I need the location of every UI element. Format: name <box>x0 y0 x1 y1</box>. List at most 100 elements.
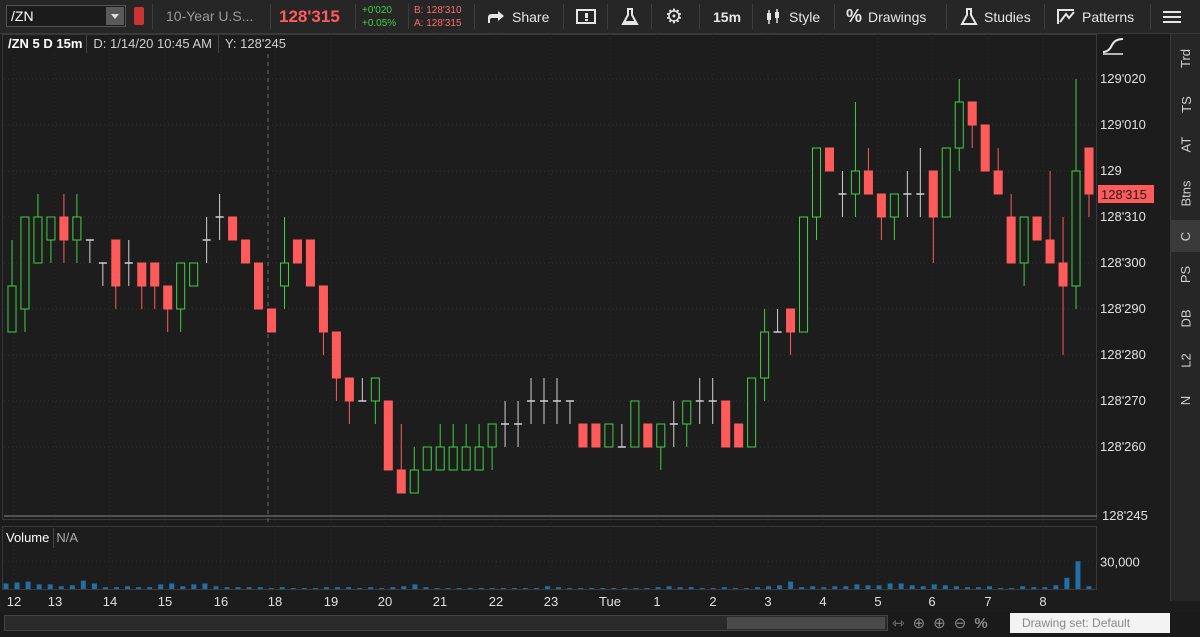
share-label: Share <box>512 8 550 25</box>
divider <box>270 4 271 29</box>
volume-bar <box>655 587 661 589</box>
divider <box>474 4 475 29</box>
volume-bar <box>766 586 772 589</box>
drawing-set-selector[interactable]: Drawing set: Default <box>1010 613 1170 633</box>
volume-bar <box>125 586 131 589</box>
volume-bar <box>335 587 341 589</box>
time-axis-label: 8 <box>1039 594 1046 609</box>
volume-bar <box>522 588 528 589</box>
settings-button[interactable]: ⚙ <box>665 0 683 33</box>
divider <box>152 4 153 29</box>
tab-trd[interactable]: Trd <box>1171 42 1200 74</box>
share-button[interactable]: Share <box>486 0 549 33</box>
volume-value: N/A <box>56 530 79 545</box>
percent-icon[interactable]: % <box>974 615 987 632</box>
volume-bar <box>1086 586 1092 589</box>
pan-icon[interactable]: ⇿ <box>892 614 905 632</box>
volume-bar <box>975 587 981 589</box>
candle-body <box>137 262 147 287</box>
candle-body <box>422 446 432 471</box>
message-alert-icon <box>576 8 596 24</box>
volume-bar <box>578 588 584 589</box>
volume-bar <box>114 587 120 589</box>
volume-bar <box>246 587 252 589</box>
chart-header: /ZN 5 D 15m D: 1/14/20 10:45 AM Y: 128'2… <box>4 35 292 53</box>
volume-bar <box>390 587 396 589</box>
crosshair-date: D: 1/14/20 10:45 AM <box>86 35 218 53</box>
line-drawing-icon[interactable] <box>1101 36 1125 56</box>
tab-c[interactable]: C <box>1171 220 1200 252</box>
volume-bar <box>69 585 75 589</box>
candle-body <box>656 423 666 448</box>
time-axis-label: 21 <box>433 594 447 609</box>
patterns-button[interactable]: Patterns <box>1056 0 1134 33</box>
volume-axis-label: 30,000 <box>1100 554 1140 569</box>
time-axis-label: 14 <box>103 594 117 609</box>
tab-btns[interactable]: Btns <box>1171 177 1200 209</box>
candle-body <box>189 262 199 287</box>
flask-button[interactable] <box>620 0 640 33</box>
volume-bar <box>379 588 385 589</box>
crosshair-icon[interactable]: ⊕ <box>913 614 926 632</box>
candle-body <box>20 216 30 310</box>
symbol-selector[interactable]: /ZN <box>6 5 126 27</box>
candle-body <box>876 193 886 218</box>
volume-bar <box>191 584 197 589</box>
candle-body <box>241 239 251 264</box>
change-block: +0'020 +0.05% <box>362 4 396 30</box>
candle-body <box>305 239 315 287</box>
drawings-button[interactable]: % Drawings <box>846 0 926 33</box>
percent-icon: % <box>846 6 863 26</box>
horizontal-scrollbar[interactable] <box>4 615 888 631</box>
tab-label: N <box>1178 395 1194 405</box>
volume-bar <box>401 586 407 589</box>
share-icon <box>488 10 504 23</box>
flask-icon <box>621 7 639 25</box>
volume-bar <box>346 587 352 589</box>
style-button[interactable]: Style <box>765 0 820 33</box>
candle-body <box>980 124 990 172</box>
candle-body <box>59 216 69 241</box>
candle-body <box>409 469 419 494</box>
volume-bar <box>500 588 506 589</box>
tab-at[interactable]: AT <box>1171 128 1200 160</box>
candle-body <box>111 239 121 287</box>
interval-button[interactable]: 15m <box>713 0 741 33</box>
tab-db[interactable]: DB <box>1171 302 1200 334</box>
chevron-down-icon[interactable] <box>106 7 124 25</box>
volume-bar <box>1031 587 1037 589</box>
zoom-in-icon[interactable]: ⊕ <box>933 614 946 632</box>
volume-bar <box>368 587 374 589</box>
volume-bar <box>1053 585 1059 589</box>
tab-n[interactable]: N <box>1171 384 1200 416</box>
studies-label: Studies <box>984 8 1031 25</box>
time-axis-label: 5 <box>874 594 881 609</box>
hamburger-menu-icon <box>1163 10 1181 23</box>
volume-bar <box>1064 577 1070 589</box>
volume-bar <box>533 588 539 589</box>
candle-body <box>1019 216 1029 264</box>
menu-button[interactable] <box>1162 0 1182 33</box>
candle-body <box>578 423 588 448</box>
scrollbar-thumb[interactable] <box>727 617 885 629</box>
symbol-flag-icon[interactable] <box>134 7 144 25</box>
tab-l2[interactable]: L2 <box>1171 344 1200 376</box>
price-volume-chart[interactable]: 129'020129'010129128'310128'300128'29012… <box>0 34 1170 612</box>
volume-bar <box>478 588 484 589</box>
candle-body <box>786 308 796 333</box>
crosshair-y: Y: 128'245 <box>217 35 292 53</box>
volume-bar <box>721 587 727 589</box>
candle-body <box>228 216 238 241</box>
studies-button[interactable]: Studies <box>960 0 1031 33</box>
volume-bar <box>213 586 219 589</box>
alert-button[interactable] <box>576 0 598 33</box>
zoom-out-icon[interactable]: ⊖ <box>954 614 967 632</box>
volume-bar <box>688 587 694 589</box>
tab-ts[interactable]: TS <box>1171 88 1200 120</box>
price-axis-label: 129'020 <box>1100 71 1146 86</box>
tab-ps[interactable]: PS <box>1171 258 1200 290</box>
tab-label: DB <box>1178 308 1194 328</box>
volume-bar <box>854 584 860 589</box>
candle-body <box>591 423 601 448</box>
patterns-icon <box>1057 8 1075 24</box>
